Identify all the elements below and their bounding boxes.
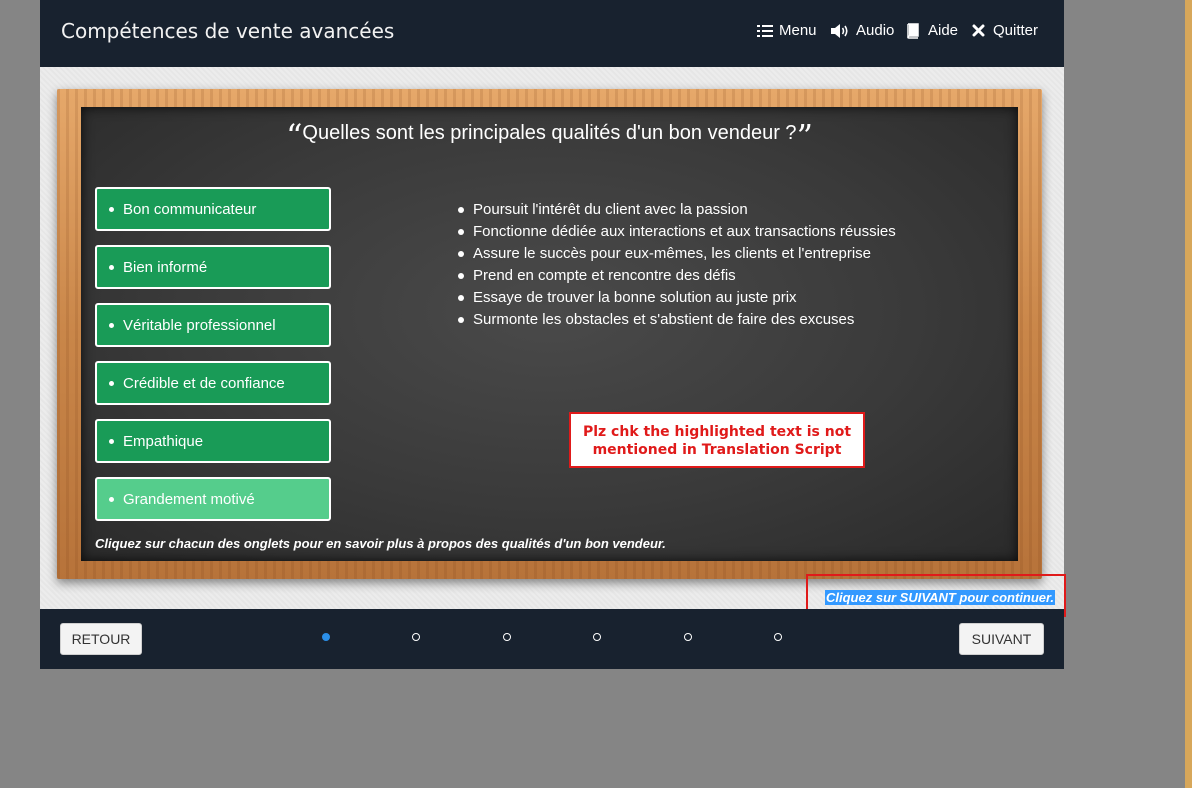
close-icon <box>972 24 985 37</box>
detail-text: Surmonte les obstacles et s'abstient de … <box>473 311 855 328</box>
bullet-dot <box>109 438 114 444</box>
bullet-dot <box>109 380 114 386</box>
list-item: Essaye de trouver la bonne solution au j… <box>454 287 896 309</box>
bullet-dot <box>109 496 114 502</box>
bullet-dot <box>458 317 464 323</box>
tab-label: Crédible et de confiance <box>123 374 285 392</box>
question-text: Quelles sont les principales qualités d'… <box>302 122 797 144</box>
detail-text: Poursuit l'intérêt du client avec la pas… <box>473 201 748 218</box>
bullet-dot <box>458 273 464 279</box>
back-button[interactable]: RETOUR <box>60 623 142 655</box>
tab-bon-communicateur[interactable]: Bon communicateur <box>95 187 331 231</box>
tab-label: Empathique <box>123 432 204 450</box>
detail-text: Prend en compte et rencontre des défis <box>473 267 736 284</box>
instruction-text: Cliquez sur chacun des onglets pour en s… <box>95 536 666 551</box>
audio-label: Audio <box>856 22 895 39</box>
quality-tabs: Bon communicateur Bien informé Véritable… <box>95 187 331 535</box>
bullet-dot <box>109 322 114 328</box>
tab-label: Véritable professionnel <box>123 316 276 334</box>
open-quote: “ <box>286 117 303 155</box>
chalkboard-frame: “Quelles sont les principales qualités d… <box>57 89 1042 579</box>
list-item: Assure le succès pour eux-mêmes, les cli… <box>454 243 896 265</box>
tab-credible-et-de-confiance[interactable]: Crédible et de confiance <box>95 361 331 405</box>
detail-text: Essaye de trouver la bonne solution au j… <box>473 289 797 306</box>
course-title: Compétences de vente avancées <box>61 19 395 43</box>
bullet-dot <box>109 206 114 212</box>
review-annotation: Plz chk the highlighted text is not ment… <box>569 412 865 468</box>
continue-prompt: Cliquez sur SUIVANT pour continuer. <box>825 590 1055 605</box>
bullet-dot <box>458 295 464 301</box>
speaker-icon <box>830 23 850 39</box>
course-player: Compétences de vente avancées Menu Audio <box>40 0 1066 669</box>
tab-empathique[interactable]: Empathique <box>95 419 331 463</box>
close-quote: ” <box>796 117 813 155</box>
header-bar: Compétences de vente avancées Menu Audio <box>40 0 1064 67</box>
help-label: Aide <box>928 22 959 39</box>
quality-details-list: Poursuit l'intérêt du client avec la pas… <box>454 199 896 331</box>
page-dot-1[interactable] <box>322 633 330 641</box>
page-dot-3[interactable] <box>503 633 511 641</box>
book-icon <box>906 22 920 39</box>
menu-button[interactable]: Menu <box>757 22 817 39</box>
tab-label: Bon communicateur <box>123 200 257 218</box>
list-item: Fonctionne dédiée aux interactions et au… <box>454 221 896 243</box>
chalkboard: “Quelles sont les principales qualités d… <box>81 107 1018 561</box>
audio-button[interactable]: Audio <box>830 22 894 39</box>
tab-label: Bien informé <box>123 258 208 276</box>
slide-content: “Quelles sont les principales qualités d… <box>40 67 1066 617</box>
tab-grandement-motive[interactable]: Grandement motivé <box>95 477 331 521</box>
tab-bien-informe[interactable]: Bien informé <box>95 245 331 289</box>
list-item: Poursuit l'intérêt du client avec la pas… <box>454 199 896 221</box>
footer-nav-bar: RETOUR SUIVANT <box>40 609 1064 669</box>
page-dot-4[interactable] <box>593 633 601 641</box>
menu-icon <box>757 24 773 38</box>
tab-veritable-professionnel[interactable]: Véritable professionnel <box>95 303 331 347</box>
detail-text: Fonctionne dédiée aux interactions et au… <box>473 223 896 240</box>
bullet-dot <box>458 251 464 257</box>
page-dot-5[interactable] <box>684 633 692 641</box>
help-button[interactable]: Aide <box>906 22 958 39</box>
menu-label: Menu <box>779 22 817 39</box>
bullet-dot <box>458 229 464 235</box>
tab-label: Grandement motivé <box>123 490 255 508</box>
window-edge <box>1185 0 1192 788</box>
bullet-dot <box>458 207 464 213</box>
page-dot-6[interactable] <box>774 633 782 641</box>
quit-button[interactable]: Quitter <box>972 22 1038 39</box>
review-note-line: Plz chk the highlighted text is not <box>582 424 852 440</box>
review-note-line: mentioned in Translation Script <box>592 442 842 458</box>
list-item: Prend en compte et rencontre des défis <box>454 265 896 287</box>
bullet-dot <box>109 264 114 270</box>
quit-label: Quitter <box>993 22 1039 39</box>
question-title: “Quelles sont les principales qualités d… <box>81 117 1018 155</box>
next-button[interactable]: SUIVANT <box>959 623 1044 655</box>
detail-text: Assure le succès pour eux-mêmes, les cli… <box>473 245 872 262</box>
page-dot-2[interactable] <box>412 633 420 641</box>
list-item: Surmonte les obstacles et s'abstient de … <box>454 309 896 331</box>
